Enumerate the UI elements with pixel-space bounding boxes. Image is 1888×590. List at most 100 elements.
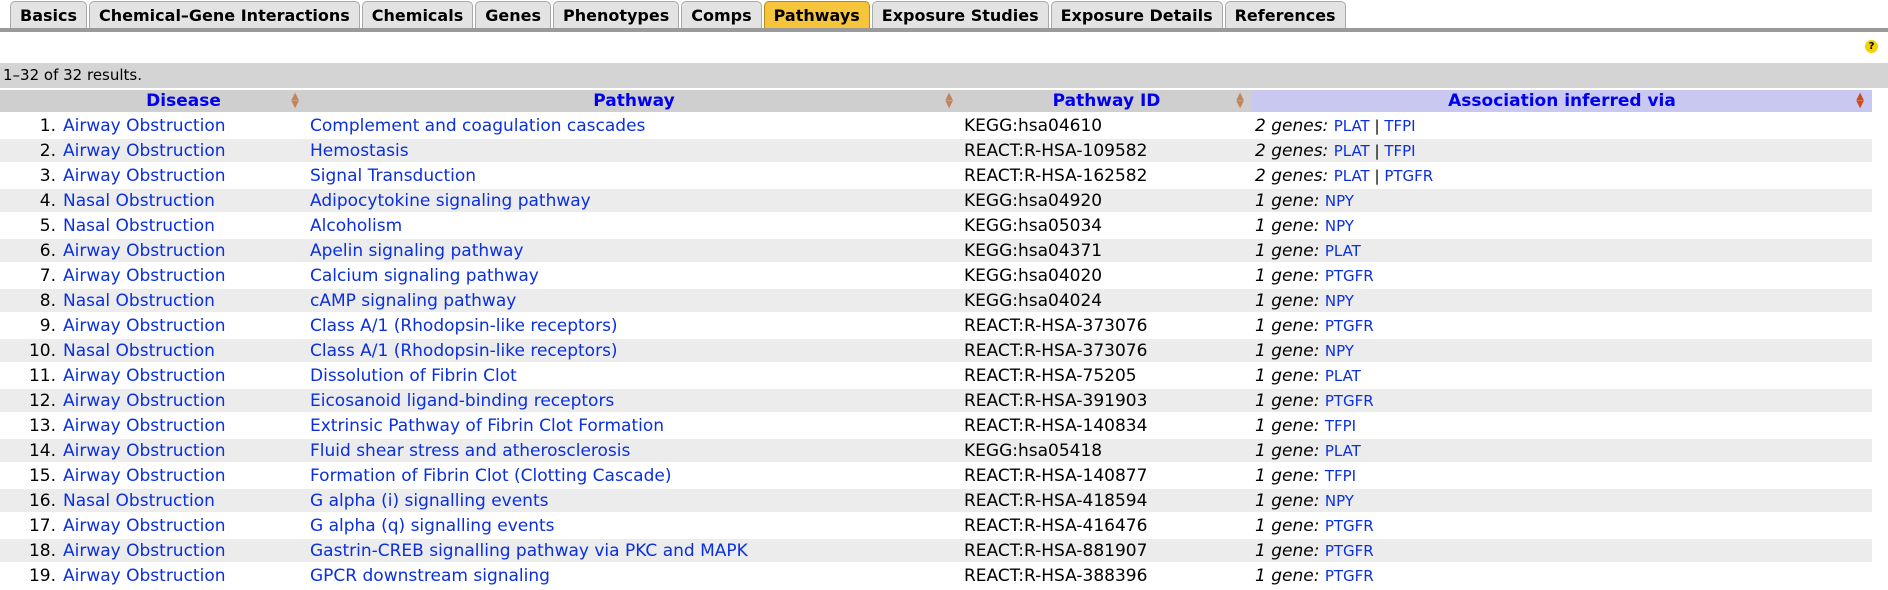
gene-link[interactable]: PTGFR — [1325, 267, 1374, 285]
association-cell: 1 gene: PLAT — [1252, 239, 1872, 262]
gene-link[interactable]: PTGFR — [1325, 317, 1374, 335]
pathway-link[interactable]: Class A/1 (Rhodopsin-like receptors) — [310, 316, 618, 336]
pathway-link[interactable]: Class A/1 (Rhodopsin-like receptors) — [310, 341, 618, 361]
sort-icon[interactable]: ▲ ▼ — [945, 92, 953, 110]
disease-link[interactable]: Airway Obstruction — [63, 366, 226, 386]
pathway-link[interactable]: Alcoholism — [310, 216, 402, 236]
tab-phenotypes[interactable]: Phenotypes — [552, 1, 680, 28]
gene-count: 1 gene: — [1255, 515, 1320, 536]
association-cell: 1 gene: PTGFR — [1252, 514, 1872, 537]
pathway-link[interactable]: Gastrin-CREB signalling pathway via PKC … — [310, 541, 748, 561]
help-icon[interactable]: ? — [1865, 40, 1878, 53]
gene-link[interactable]: PTGFR — [1325, 517, 1374, 535]
pathway-id: KEGG:hsa05418 — [961, 439, 1252, 462]
disease-link[interactable]: Airway Obstruction — [63, 541, 226, 561]
association-cell: 2 genes: PLAT | TFPI — [1252, 114, 1872, 137]
gene-count: 1 gene: — [1255, 340, 1320, 361]
pathway-link[interactable]: Formation of Fibrin Clot (Clotting Casca… — [310, 466, 671, 486]
gene-link[interactable]: PLAT — [1334, 167, 1370, 185]
disease-link[interactable]: Airway Obstruction — [63, 441, 226, 461]
association-cell: 1 gene: TFPI — [1252, 464, 1872, 487]
association-cell: 1 gene: NPY — [1252, 189, 1872, 212]
pathway-link[interactable]: Extrinsic Pathway of Fibrin Clot Formati… — [310, 416, 664, 436]
gene-link[interactable]: PLAT — [1334, 117, 1370, 135]
pathway-id: KEGG:hsa05034 — [961, 214, 1252, 237]
gene-link[interactable]: TFPI — [1325, 417, 1356, 435]
tab-comps[interactable]: Comps — [681, 1, 762, 28]
disease-link[interactable]: Airway Obstruction — [63, 141, 226, 161]
association-cell: 1 gene: PLAT — [1252, 364, 1872, 387]
gene-link[interactable]: PLAT — [1325, 367, 1361, 385]
gene-link[interactable]: PLAT — [1325, 442, 1361, 460]
tab-genes[interactable]: Genes — [475, 1, 551, 28]
pathway-link[interactable]: Calcium signaling pathway — [310, 266, 539, 286]
table-row: 2. Airway Obstruction Hemostasis REACT:R-HS… — [0, 139, 1872, 162]
sort-icon[interactable]: ▲ ▼ — [1236, 92, 1244, 110]
gene-link[interactable]: TFPI — [1325, 467, 1356, 485]
sort-desc-icon[interactable]: ▲ ▼ — [1856, 92, 1864, 110]
pathway-id: REACT:R-HSA-418594 — [961, 489, 1252, 512]
gene-link[interactable]: TFPI — [1384, 117, 1415, 135]
table-row: 10. Nasal Obstruction Class A/1 (Rhodopsin… — [0, 339, 1872, 362]
pathway-link[interactable]: Dissolution of Fibrin Clot — [310, 366, 517, 386]
pathway-link[interactable]: G alpha (i) signalling events — [310, 491, 548, 511]
tab-exposure-studies[interactable]: Exposure Studies — [871, 1, 1049, 28]
association-column-header[interactable]: Association inferred via ▲ ▼ — [1252, 90, 1872, 112]
gene-link[interactable]: PTGFR — [1325, 542, 1374, 560]
pathway-column-header[interactable]: Pathway ▲ ▼ — [307, 90, 961, 112]
tab-basics[interactable]: Basics — [10, 1, 88, 28]
gene-link[interactable]: PTGFR — [1325, 567, 1374, 585]
pathway-id-column-header[interactable]: Pathway ID ▲ ▼ — [961, 90, 1252, 112]
pathway-link[interactable]: Hemostasis — [310, 141, 409, 161]
gene-link[interactable]: TFPI — [1384, 142, 1415, 160]
tab-pathways[interactable]: Pathways — [763, 1, 870, 28]
disease-link[interactable]: Airway Obstruction — [63, 516, 226, 536]
disease-link[interactable]: Airway Obstruction — [63, 116, 226, 136]
pathway-link[interactable]: Adipocytokine signaling pathway — [310, 191, 591, 211]
disease-cell: Airway Obstruction — [60, 414, 307, 437]
gene-link[interactable]: PLAT — [1334, 142, 1370, 160]
disease-cell: Airway Obstruction — [60, 514, 307, 537]
pathway-link[interactable]: GPCR downstream signaling — [310, 566, 550, 586]
pathway-link[interactable]: Fluid shear stress and atherosclerosis — [310, 441, 630, 461]
tab-exposure-details[interactable]: Exposure Details — [1050, 1, 1223, 28]
disease-link[interactable]: Nasal Obstruction — [63, 291, 215, 311]
pathway-link[interactable]: Eicosanoid ligand-binding receptors — [310, 391, 614, 411]
disease-link[interactable]: Airway Obstruction — [63, 416, 226, 436]
gene-link[interactable]: NPY — [1325, 292, 1354, 310]
disease-link[interactable]: Nasal Obstruction — [63, 341, 215, 361]
disease-link[interactable]: Nasal Obstruction — [63, 191, 215, 211]
disease-link[interactable]: Airway Obstruction — [63, 466, 226, 486]
gene-link[interactable]: PTGFR — [1384, 167, 1433, 185]
gene-link[interactable]: NPY — [1325, 342, 1354, 360]
pathway-link[interactable]: Apelin signaling pathway — [310, 241, 524, 261]
disease-link[interactable]: Airway Obstruction — [63, 566, 226, 586]
gene-link[interactable]: PLAT — [1325, 242, 1361, 260]
gene-link[interactable]: PTGFR — [1325, 392, 1374, 410]
disease-link[interactable]: Airway Obstruction — [63, 316, 226, 336]
disease-link[interactable]: Airway Obstruction — [63, 391, 226, 411]
disease-link[interactable]: Nasal Obstruction — [63, 491, 215, 511]
disease-link[interactable]: Nasal Obstruction — [63, 216, 215, 236]
gene-link[interactable]: NPY — [1325, 492, 1354, 510]
pathway-cell: Gastrin-CREB signalling pathway via PKC … — [307, 539, 961, 562]
disease-link[interactable]: Airway Obstruction — [63, 241, 226, 261]
disease-link[interactable]: Airway Obstruction — [63, 166, 226, 186]
pathway-link[interactable]: cAMP signaling pathway — [310, 291, 516, 311]
pathway-link[interactable]: Complement and coagulation cascades — [310, 116, 645, 136]
pathway-cell: Complement and coagulation cascades — [307, 114, 961, 137]
tab-chemicals[interactable]: Chemicals — [361, 1, 474, 28]
disease-link[interactable]: Airway Obstruction — [63, 266, 226, 286]
pathway-link[interactable]: G alpha (q) signalling events — [310, 516, 555, 536]
tab-chemical-gene-interactions[interactable]: Chemical–Gene Interactions — [89, 1, 360, 28]
pathway-link[interactable]: Signal Transduction — [310, 166, 476, 186]
sort-icon[interactable]: ▲ ▼ — [291, 92, 299, 110]
gene-link[interactable]: NPY — [1325, 217, 1354, 235]
pathway-cell: Extrinsic Pathway of Fibrin Clot Formati… — [307, 414, 961, 437]
gene-count: 1 gene: — [1255, 365, 1320, 386]
gene-link[interactable]: NPY — [1325, 192, 1354, 210]
tab-references[interactable]: References — [1224, 1, 1346, 28]
gene-count: 2 genes: — [1255, 115, 1329, 136]
disease-column-header[interactable]: Disease ▲ ▼ — [60, 90, 307, 112]
pathway-id: REACT:R-HSA-373076 — [961, 314, 1252, 337]
